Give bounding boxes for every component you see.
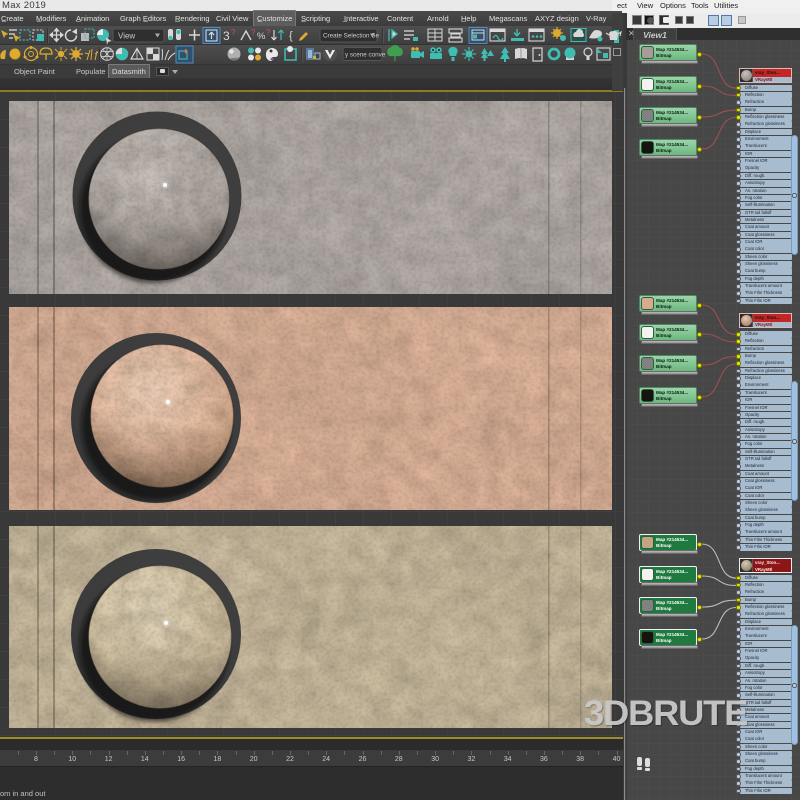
- svg-text:{: {: [289, 30, 293, 42]
- svg-text:?: ?: [266, 28, 271, 37]
- svg-text:View: View: [118, 32, 135, 41]
- svg-text:?: ?: [251, 28, 256, 37]
- svg-text:3: 3: [223, 29, 230, 43]
- svg-text:%: %: [257, 31, 266, 42]
- svg-text:?: ?: [231, 28, 236, 37]
- svg-text:y scene conve: y scene conve: [345, 52, 386, 59]
